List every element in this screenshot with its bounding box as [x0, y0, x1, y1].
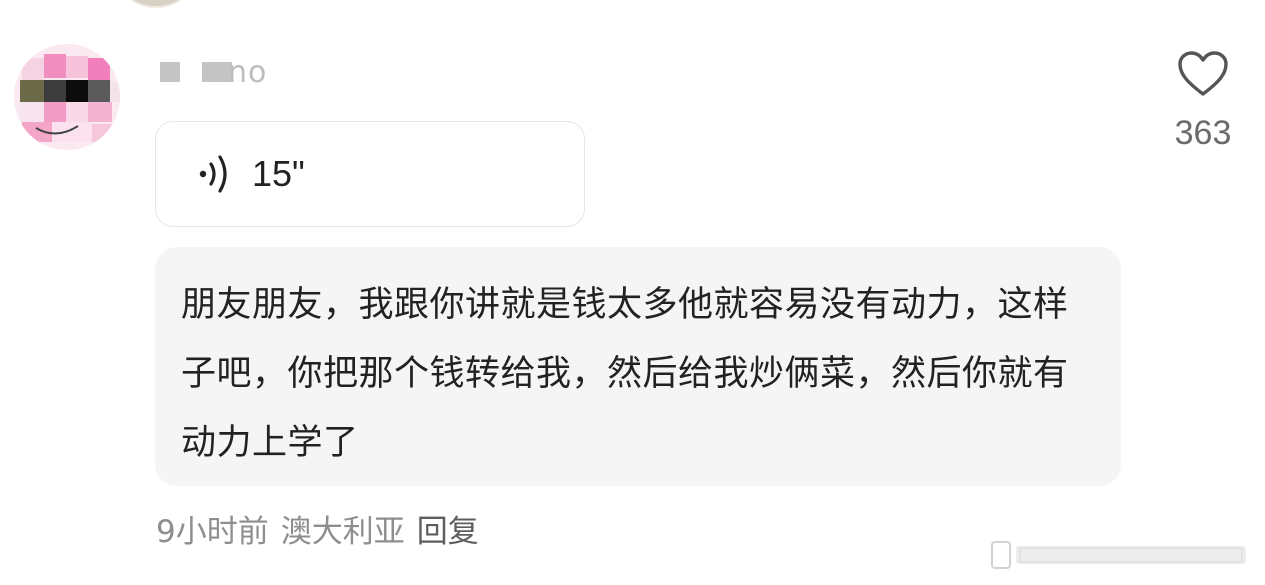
comment-time: 9小时前	[156, 514, 269, 550]
like-count: 363	[1174, 114, 1232, 152]
comment-meta: 9小时前 澳大利亚 回复	[156, 506, 479, 551]
avatar-pixel	[20, 102, 44, 122]
avatar-pixel	[88, 58, 110, 80]
avatar-pixel	[66, 80, 88, 102]
avatar[interactable]	[14, 44, 120, 150]
avatar-pixel	[88, 102, 112, 122]
username-text: no	[228, 54, 268, 90]
like-control[interactable]: 363	[1167, 50, 1239, 153]
avatar-pixel	[44, 54, 66, 78]
avatar-pixel	[92, 124, 112, 142]
comment-location: 澳大利亚	[280, 514, 405, 550]
previous-comment-avatar[interactable]	[122, 0, 190, 8]
username[interactable]: no	[160, 54, 268, 90]
avatar-pixel	[20, 80, 44, 102]
comment-text-bubble[interactable]: 朋友朋友，我跟你讲就是钱太多他就容易没有动力，这样子吧，你把那个钱转给我，然后给…	[155, 247, 1121, 486]
voice-duration: 15"	[252, 153, 305, 194]
reply-button[interactable]: 回复	[417, 506, 479, 551]
username-mosaic	[160, 62, 180, 82]
voice-message-bubble[interactable]: 15"	[155, 121, 585, 227]
avatar-pixel	[66, 56, 88, 78]
heart-outline-icon[interactable]	[1177, 50, 1229, 98]
watermark-graphic	[991, 541, 1246, 569]
avatar-pixel	[66, 102, 88, 122]
avatar-pixel	[110, 82, 120, 102]
comment-text: 朋友朋友，我跟你讲就是钱太多他就容易没有动力，这样子吧，你把那个钱转给我，然后给…	[181, 285, 1069, 463]
avatar-pixel	[22, 58, 44, 80]
avatar-pixel	[44, 80, 66, 102]
avatar-smile-stroke	[35, 125, 79, 135]
avatar-pixel	[88, 80, 110, 102]
comment-screen: no 15" 朋友朋友，我跟你讲就是钱太多他就容易没有动力，这样子吧，你把那个钱…	[0, 0, 1265, 585]
avatar-pixel	[44, 102, 66, 122]
voice-wave-icon	[199, 155, 227, 193]
